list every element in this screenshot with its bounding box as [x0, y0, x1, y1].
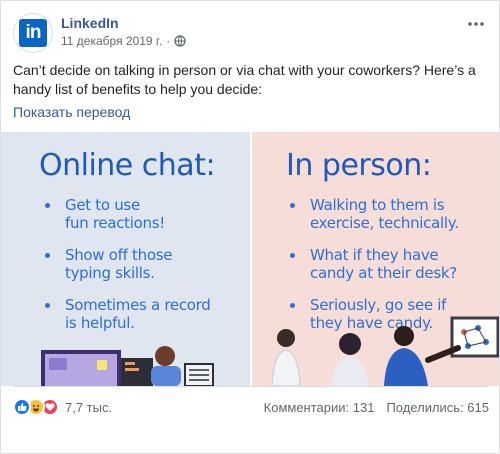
in-person-title: In person: [286, 148, 432, 183]
online-chat-title: Online chat: [39, 148, 216, 183]
post-footer: 7,7 тыс. Комментарии: 131 Поделились: 61… [1, 386, 499, 453]
page-avatar[interactable]: in [13, 13, 53, 53]
post-meta: 11 декабря 2019 г. · [61, 34, 186, 48]
meta-separator: · [166, 34, 171, 48]
list-item: Walking to them is exercise, technically. [288, 196, 459, 232]
in-person-panel: In person: Walking to them is exercise, t… [252, 132, 499, 386]
post-image[interactable]: Online chat: Get to use fun reactions! Sh… [1, 132, 499, 386]
page-name-link[interactable]: LinkedIn [61, 15, 119, 31]
computer-illustration [41, 346, 214, 386]
translate-link[interactable]: Показать перевод [13, 104, 130, 120]
list-item: Get to use fun reactions! [43, 196, 211, 232]
list-item: Show off those typing skills. [43, 246, 211, 282]
post-card: in LinkedIn 11 декабря 2019 г. · Can’t d… [0, 0, 500, 454]
post-text: Can’t decide on talking in person or via… [13, 62, 476, 97]
online-chat-list: Get to use fun reactions! Show off those t… [43, 196, 211, 346]
globe-icon [174, 35, 186, 47]
list-item: What if they have candy at their desk? [288, 246, 459, 282]
more-options-icon[interactable] [465, 13, 487, 35]
reaction-count[interactable]: 7,7 тыс. [65, 400, 112, 415]
post-header: in LinkedIn 11 декабря 2019 г. · [13, 13, 487, 53]
like-reaction-icon [13, 398, 31, 416]
comments-count[interactable]: Комментарии: 131 [264, 400, 375, 415]
online-chat-panel: Online chat: Get to use fun reactions! Sh… [1, 132, 250, 386]
shares-count[interactable]: Поделились: 615 [386, 400, 489, 415]
linkedin-logo: in [19, 19, 47, 47]
post-date[interactable]: 11 декабря 2019 г. [61, 34, 162, 48]
people-illustration [271, 316, 499, 386]
list-item: Sometimes a record is helpful. [43, 296, 211, 332]
footer-divider [13, 386, 489, 387]
reactions-summary[interactable]: 7,7 тыс. [13, 398, 112, 416]
post-stats: Комментарии: 131 Поделились: 615 [264, 400, 489, 415]
